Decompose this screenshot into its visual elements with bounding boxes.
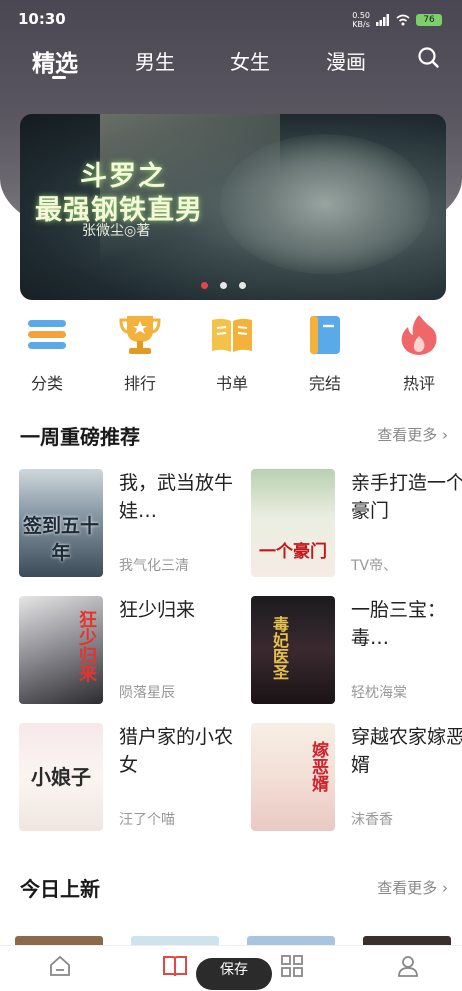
book-title: 穿越农家嫁恶婿 xyxy=(351,726,462,776)
search-icon[interactable] xyxy=(417,46,439,68)
book-cover: 小娘子 xyxy=(19,723,103,831)
book-author: TV帝、 xyxy=(351,558,398,574)
book-author: 沫香香 xyxy=(351,812,393,828)
book-title: 亲手打造一个豪门 xyxy=(351,472,462,522)
today-more-link[interactable]: 查看更多 › xyxy=(377,877,448,898)
flame-icon xyxy=(401,315,437,355)
book-cover: 签到五十年 xyxy=(19,469,103,577)
weekly-section-title: 一周重磅推荐 xyxy=(20,425,140,449)
cover-title: 毒妃医圣 xyxy=(270,616,289,680)
book-list-icon xyxy=(212,318,252,352)
net-speed-unit: KB/s xyxy=(352,20,370,29)
battery-icon: 76 xyxy=(416,14,442,26)
banner-author: 张微尘◎著 xyxy=(82,223,151,239)
book-title: 一胎三宝：毒… xyxy=(351,599,447,649)
chevron-right-icon: › xyxy=(442,426,448,444)
book-author: 轻枕海棠 xyxy=(351,685,407,701)
book-title: 猎户家的小农女 xyxy=(119,726,234,776)
net-speed: 0.50 KB/s xyxy=(352,11,370,29)
book-card[interactable]: 一个豪门 亲手打造一个豪门 TV帝、 xyxy=(251,469,462,577)
tab-female[interactable]: 女生 xyxy=(230,46,270,75)
quick-nav-category[interactable]: 分类 xyxy=(12,312,82,394)
finished-book-icon xyxy=(310,316,340,354)
home-icon xyxy=(50,955,70,976)
more-link-label: 查看更多 xyxy=(377,426,438,444)
carousel-dot-active xyxy=(201,282,208,289)
quick-nav: 分类 排行 书单 完结 热评 xyxy=(0,312,462,394)
book-cover: 一个豪门 xyxy=(251,469,335,577)
cover-title: 一个豪门 xyxy=(259,542,327,562)
cover-title: 嫁恶婿 xyxy=(308,741,328,792)
book-card[interactable]: 毒妃医圣 一胎三宝：毒… 轻枕海棠 xyxy=(251,596,462,704)
signal-icon xyxy=(376,14,389,26)
book-card[interactable]: 嫁恶婿 穿越农家嫁恶婿 沫香香 xyxy=(251,723,462,831)
book-card[interactable]: 狂少归来 狂少归来 陨落星辰 xyxy=(19,596,239,704)
grid-icon xyxy=(281,955,303,977)
book-card[interactable]: 小娘子 猎户家的小农女 汪了个喵 xyxy=(19,723,239,831)
more-link-label: 查看更多 xyxy=(377,879,438,897)
cover-title: 签到五十年 xyxy=(22,515,99,564)
category-icon xyxy=(28,320,66,349)
cover-title: 狂少归来 xyxy=(76,610,97,682)
net-speed-value: 0.50 xyxy=(352,11,370,20)
quick-nav-booklist[interactable]: 书单 xyxy=(197,312,267,394)
book-author: 陨落星辰 xyxy=(119,685,175,701)
quick-nav-label: 热评 xyxy=(402,374,435,393)
banner-artwork xyxy=(220,134,430,274)
carousel-dot xyxy=(220,282,227,289)
book-author: 我气化三清 xyxy=(119,558,189,574)
status-bar: 10:30 0.50 KB/s 76 xyxy=(0,0,462,34)
nav-profile[interactable] xyxy=(378,954,438,982)
book-title: 我，武当放牛娃… xyxy=(119,472,234,522)
book-author: 汪了个喵 xyxy=(119,812,175,828)
chevron-right-icon: › xyxy=(442,879,448,897)
book-cover: 毒妃医圣 xyxy=(251,596,335,704)
quick-nav-label: 排行 xyxy=(123,374,156,393)
tab-comics[interactable]: 漫画 xyxy=(326,46,366,75)
book-title: 狂少归来 xyxy=(119,599,196,621)
promo-banner[interactable]: 斗罗之 最强钢铁直男 张微尘◎著 xyxy=(20,114,446,300)
quick-nav-ranking[interactable]: 排行 xyxy=(105,312,175,394)
wifi-icon xyxy=(396,14,410,26)
quick-nav-finished[interactable]: 完结 xyxy=(290,312,360,394)
tab-male[interactable]: 男生 xyxy=(135,46,175,75)
carousel-dot xyxy=(239,282,246,289)
quick-nav-label: 分类 xyxy=(30,374,63,393)
weekly-more-link[interactable]: 查看更多 › xyxy=(377,424,448,445)
book-cover: 嫁恶婿 xyxy=(251,723,335,831)
quick-nav-label: 书单 xyxy=(215,374,248,393)
open-book-icon xyxy=(163,956,187,977)
nav-home[interactable] xyxy=(30,954,90,982)
quick-nav-hot-comments[interactable]: 热评 xyxy=(384,312,454,394)
quick-nav-label: 完结 xyxy=(308,374,341,393)
channel-tabs: 精选 男生 女生 漫画 xyxy=(0,40,462,80)
status-icons: 0.50 KB/s 76 xyxy=(352,11,442,29)
active-tab-indicator xyxy=(52,76,66,79)
cover-title: 小娘子 xyxy=(31,765,91,789)
user-icon xyxy=(398,956,418,977)
tab-featured[interactable]: 精选 xyxy=(32,44,78,78)
save-button[interactable]: 保存 xyxy=(196,958,272,990)
book-cover: 狂少归来 xyxy=(19,596,103,704)
book-card[interactable]: 签到五十年 我，武当放牛娃… 我气化三清 xyxy=(19,469,239,577)
today-section-title: 今日上新 xyxy=(20,877,100,901)
status-time: 10:30 xyxy=(18,10,66,28)
trophy-icon xyxy=(119,316,161,354)
